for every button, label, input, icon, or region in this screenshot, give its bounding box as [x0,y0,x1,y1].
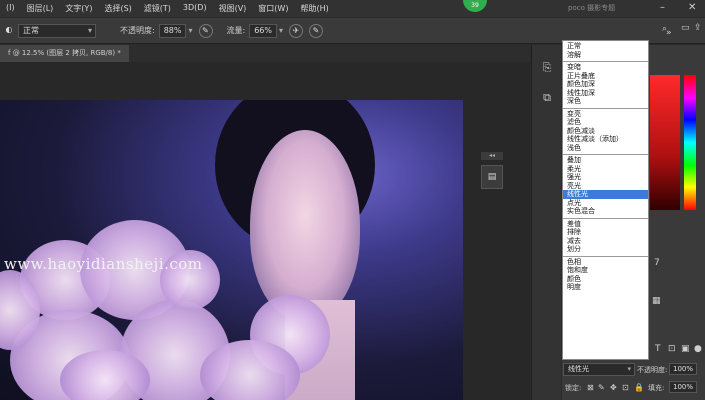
blend-option[interactable]: 叠加 [563,156,648,165]
panel-dock-strip: ⎘ ⧉ [531,45,561,400]
layer-opacity-label: 不透明度: [637,366,668,374]
fill-label: 填充: [648,384,665,392]
menu-help[interactable]: 帮助(H) [294,3,334,14]
airbrush-icon[interactable]: ✈ [289,23,303,38]
opacity-input[interactable]: 88% [158,23,187,38]
chevron-down-icon[interactable]: ▾ [279,26,283,35]
watermark-text: www.haoyidiansheji.com [4,255,203,273]
shape-filter-icon[interactable]: ⊡ [668,344,676,354]
blend-option[interactable]: 减去 [563,237,648,246]
blend-group-darken: 变暗 正片叠底 颜色加深 线性加深 深色 [563,62,648,109]
blend-option[interactable]: 亮光 [563,182,648,191]
document-tab[interactable]: f @ 12.5% (图层 2 拷贝, RGB/8) * [0,45,129,62]
layer-opacity-input[interactable]: 100% [669,363,698,375]
portrait-face [250,130,360,320]
close-icon[interactable]: ✕ [688,2,696,13]
blend-option[interactable]: 色相 [563,258,648,267]
layer-blend-mode-value: 线性光 [568,365,589,373]
blend-option[interactable]: 正常 [563,42,648,51]
blend-option[interactable]: 实色混合 [563,207,648,216]
lock-transparent-icon[interactable]: ⊠ [587,383,594,392]
brand-watermark: poco 摄影专题 [568,4,616,12]
document-tab-title: f @ 12.5% (图层 2 拷贝, RGB/8) * [8,49,121,57]
menu-select[interactable]: 选择(S) [98,3,137,14]
menu-bar: (I) 图层(L) 文字(Y) 选择(S) 滤镜(T) 3D(D) 视图(V) … [0,0,705,17]
adjustment-icon[interactable]: 7 [654,258,660,268]
type-filter-icon[interactable]: T [655,344,661,354]
blend-option[interactable]: 变暗 [563,63,648,72]
chevron-down-icon: ▾ [87,25,92,35]
photo-canvas[interactable] [0,100,463,400]
blend-option[interactable]: 线性加深 [563,89,648,98]
blend-option[interactable]: 滤色 [563,118,648,127]
smart-filter-icon[interactable]: ▣ [681,344,690,354]
minimize-icon[interactable]: – [660,2,665,13]
lock-position-icon[interactable]: ✥ [610,383,617,392]
menu-3d[interactable]: 3D(D) [177,3,213,14]
blend-option[interactable]: 差值 [563,220,648,229]
fill-input[interactable]: 100% [669,381,698,393]
menu-view[interactable]: 视图(V) [213,3,253,14]
pressure-opacity-icon[interactable]: ✎ [198,23,213,38]
mode-value: 正常 [23,25,39,35]
brush-preset-icon[interactable]: ◐ [2,24,16,38]
lock-artboard-icon[interactable]: ⊡ [622,383,629,392]
swatches-icon[interactable]: ⧉ [539,90,555,106]
menu-filter[interactable]: 滤镜(T) [138,3,177,14]
lock-all-icon[interactable]: 🔒 [634,383,644,392]
collapse-panels-icon[interactable]: » [666,28,672,38]
panel-grid-icon[interactable]: ▦ [652,296,661,306]
canvas-area[interactable]: www.haoyidiansheji.com ◂◂ ▤ [0,62,530,400]
lock-pixels-icon[interactable]: ✎ [598,383,605,392]
workspace-icon[interactable]: ▭ [681,23,690,33]
pressure-size-icon[interactable]: ✎ [309,23,323,38]
blend-group-contrast: 叠加 柔光 强光 亮光 线性光 点光 实色混合 [563,155,648,219]
blend-group-component: 色相 饱和度 颜色 明度 [563,257,648,294]
lock-label: 锁定: [565,384,582,392]
blend-option[interactable]: 划分 [563,245,648,254]
menu-layer[interactable]: 图层(L) [21,3,60,14]
menu-type[interactable]: 文字(Y) [59,3,98,14]
blend-option[interactable]: 点光 [563,199,648,208]
flow-label: 流量: [226,26,246,35]
filter-toggle-icon[interactable]: ● [694,344,702,354]
blend-option[interactable]: 柔光 [563,165,648,174]
hue-slider[interactable] [684,75,696,210]
layer-blend-mode-select[interactable]: 线性光 ▾ [563,363,635,376]
notification-badge[interactable]: 39 [463,0,487,12]
flow-input[interactable]: 66% [249,23,277,38]
blend-option[interactable]: 浅色 [563,144,648,153]
blend-option[interactable]: 溶解 [563,51,648,60]
blend-group-normal: 正常 溶解 [563,41,648,62]
blend-option[interactable]: 强光 [563,173,648,182]
blend-option[interactable]: 变亮 [563,110,648,119]
blend-option[interactable]: 颜色减淡 [563,127,648,136]
blend-option[interactable]: 饱和度 [563,266,648,275]
blend-option-selected[interactable]: 线性光 [563,190,648,199]
mode-select[interactable]: 正常 ▾ [18,23,96,38]
panel-collapse-handle[interactable]: ◂◂ [481,152,503,160]
blend-option[interactable]: 深色 [563,97,648,106]
blend-option[interactable]: 线性减淡（添加） [563,135,648,144]
chevron-down-icon[interactable]: ▾ [188,26,192,35]
blend-option[interactable]: 正片叠底 [563,72,648,81]
blend-option[interactable]: 明度 [563,283,648,292]
menu-items: (I) 图层(L) 文字(Y) 选择(S) 滤镜(T) 3D(D) 视图(V) … [0,3,335,14]
properties-icon[interactable]: ▤ [481,165,503,189]
history-icon[interactable]: ⎘ [539,60,555,76]
blend-option[interactable]: 颜色加深 [563,80,648,89]
document-tab-row: f @ 12.5% (图层 2 拷贝, RGB/8) * [0,45,530,62]
blend-option[interactable]: 颜色 [563,275,648,284]
blend-mode-dropdown[interactable]: 正常 溶解 变暗 正片叠底 颜色加深 线性加深 深色 变亮 滤色 颜色减淡 线性… [562,40,649,360]
blend-group-inversion: 差值 排除 减去 划分 [563,219,648,257]
chevron-down-icon: ▾ [627,365,631,373]
blend-option[interactable]: 排除 [563,228,648,237]
menu-image[interactable]: (I) [0,3,21,14]
blend-group-lighten: 变亮 滤色 颜色减淡 线性减淡（添加） 浅色 [563,109,648,155]
opacity-label: 不透明度: [120,26,155,35]
color-picker-field[interactable] [650,75,680,210]
menu-window[interactable]: 窗口(W) [252,3,294,14]
share-icon[interactable]: ⇪ [694,23,702,33]
